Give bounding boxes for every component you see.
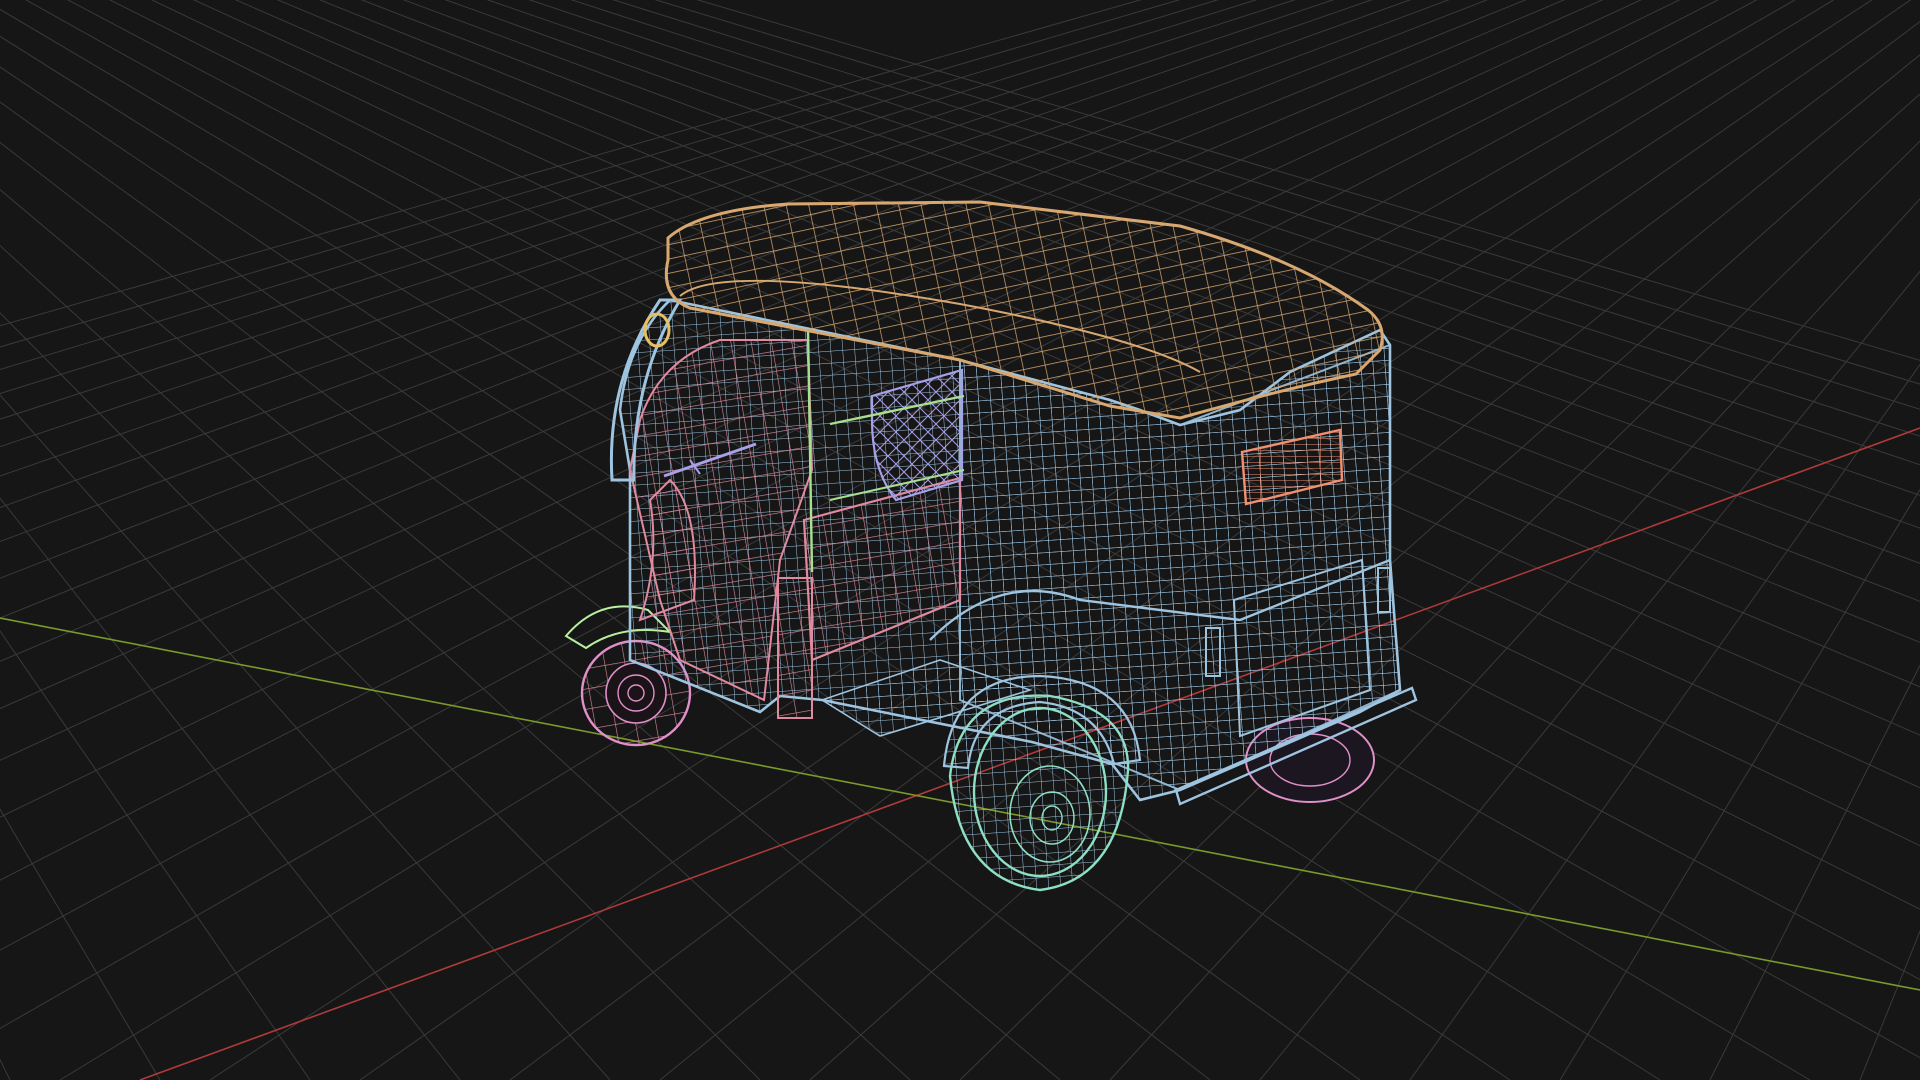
grid-line — [0, 394, 611, 1080]
grid-line — [0, 497, 461, 1080]
grid-line — [0, 630, 311, 1080]
3d-viewport[interactable] — [0, 0, 1920, 1080]
rickshaw-model[interactable] — [564, 200, 1418, 892]
grid-line — [1709, 664, 1920, 1080]
wireframe-scene[interactable] — [0, 0, 1920, 1080]
grid-line — [1859, 929, 1920, 1080]
grid-line — [0, 808, 161, 1080]
